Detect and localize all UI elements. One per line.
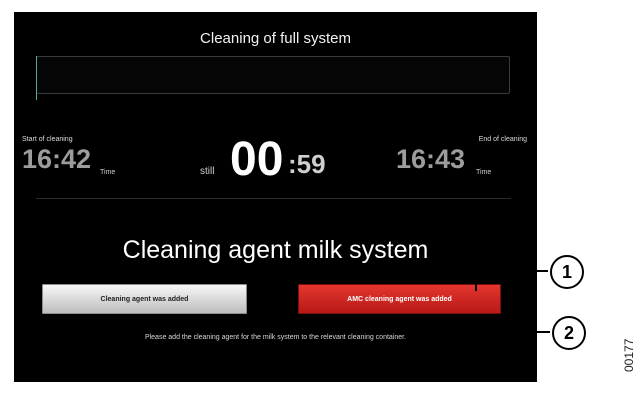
figure-id: 00177 — [622, 338, 636, 372]
callout-1-number: 1 — [561, 261, 572, 282]
callout-2-number: 2 — [563, 322, 574, 343]
callout-1: 1 — [550, 255, 584, 289]
callout-line-2 — [213, 317, 550, 333]
callout-2: 2 — [552, 316, 586, 350]
callout-lines — [213, 270, 550, 333]
callout-line-1 — [475, 270, 548, 291]
